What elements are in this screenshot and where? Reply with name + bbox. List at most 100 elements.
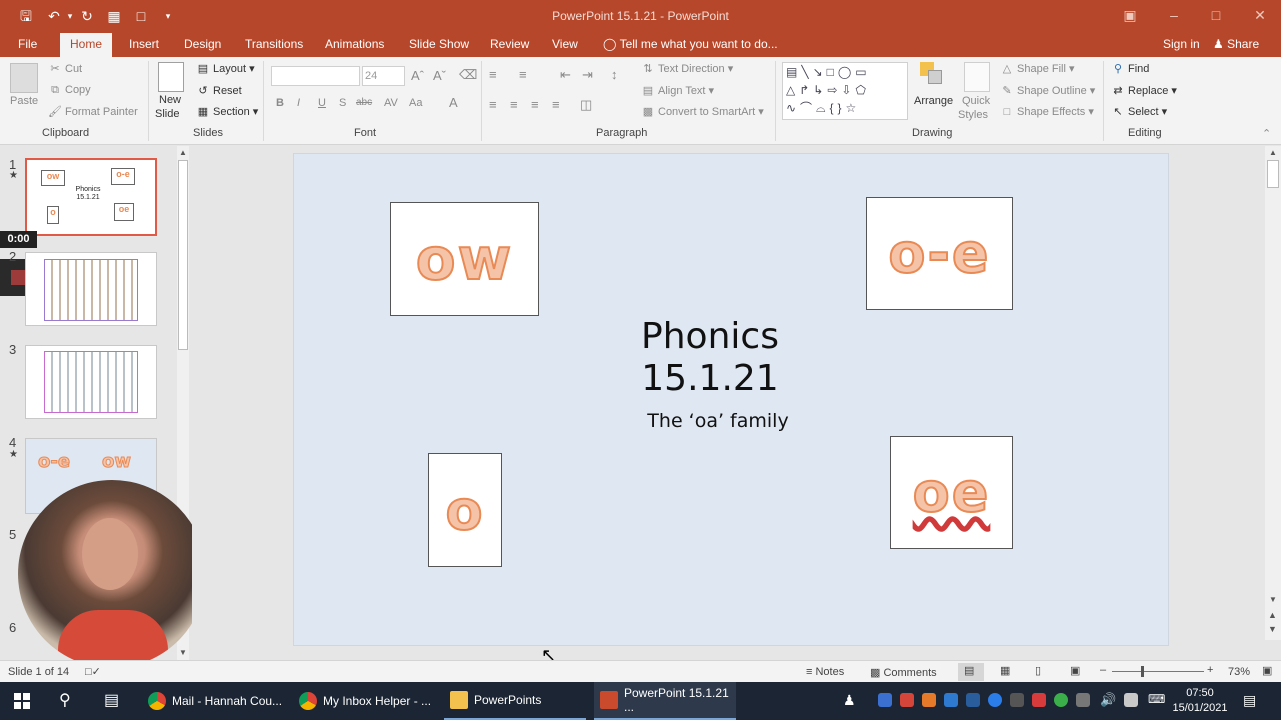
taskbar-item-powerpoints-folder[interactable]: PowerPoints bbox=[444, 682, 586, 720]
slide-thumbnail-1[interactable]: ow o-e o oe Phonics 15.1.21 bbox=[25, 158, 157, 236]
tab-review[interactable]: Review bbox=[490, 37, 529, 51]
slide-scrollbar[interactable]: ▲ ▼ ▲ ▼ bbox=[1265, 146, 1281, 640]
section-button[interactable]: ▦ Section ▾ bbox=[196, 105, 258, 118]
zoom-level[interactable]: 73% bbox=[1228, 666, 1250, 678]
tray-app-icon[interactable] bbox=[900, 693, 914, 707]
new-slide-dropdown[interactable]: Slide bbox=[155, 108, 179, 120]
layout-button[interactable]: ▤ Layout ▾ bbox=[196, 62, 255, 75]
comments-button[interactable]: ▩ Comments bbox=[870, 666, 937, 679]
align-right-icon[interactable]: ≡ bbox=[531, 97, 539, 112]
tray-shield-icon[interactable] bbox=[944, 693, 958, 707]
scroll-down-icon[interactable]: ▼ bbox=[1269, 595, 1277, 604]
close-button[interactable]: ✕ bbox=[1250, 6, 1270, 24]
tab-transitions[interactable]: Transitions bbox=[245, 37, 303, 51]
font-size-combobox[interactable]: 24 bbox=[362, 66, 405, 86]
slide-thumbnail-2[interactable] bbox=[25, 252, 157, 326]
bold-button[interactable]: B bbox=[276, 97, 284, 109]
fit-to-window-icon[interactable]: ▣ bbox=[1262, 664, 1272, 677]
shape-fill-button[interactable]: △ Shape Fill ▾ bbox=[1000, 62, 1075, 75]
quick-styles-icon[interactable] bbox=[964, 62, 990, 92]
tray-app-icon[interactable] bbox=[966, 693, 980, 707]
columns-icon[interactable]: ◫ bbox=[580, 97, 592, 113]
taskbar-item-mail[interactable]: Mail - Hannah Cou... bbox=[142, 682, 288, 720]
maximize-button[interactable]: □ bbox=[1206, 6, 1226, 24]
quick-styles-button[interactable]: Quick bbox=[962, 95, 990, 107]
windows-start-icon[interactable] bbox=[14, 693, 30, 709]
network-icon[interactable] bbox=[1076, 693, 1090, 707]
bullets-icon[interactable]: ≡ bbox=[489, 67, 497, 82]
zoom-in-icon[interactable]: + bbox=[1207, 664, 1213, 676]
zoom-out-icon[interactable]: – bbox=[1100, 664, 1106, 676]
shadow-button[interactable]: S bbox=[339, 97, 346, 109]
tray-app-icon[interactable] bbox=[1010, 693, 1024, 707]
strikethrough-button[interactable]: abc bbox=[356, 97, 372, 108]
zoom-slider-thumb[interactable] bbox=[1141, 666, 1144, 677]
find-button[interactable]: ⚲ Find bbox=[1111, 62, 1149, 75]
minimize-button[interactable]: – bbox=[1164, 6, 1184, 24]
scrollbar-thumb[interactable] bbox=[178, 160, 188, 350]
replace-button[interactable]: ⇄ Replace ▾ bbox=[1111, 84, 1177, 97]
slide-show-icon[interactable]: ▣ bbox=[1070, 664, 1080, 677]
letter-card-o[interactable]: o bbox=[428, 453, 502, 567]
ribbon-display-options-icon[interactable]: ▣ bbox=[1120, 6, 1140, 24]
people-icon[interactable]: ♟ bbox=[843, 692, 856, 709]
font-name-combobox[interactable] bbox=[271, 66, 360, 86]
shape-effects-button[interactable]: □ Shape Effects ▾ bbox=[1000, 105, 1094, 118]
scrollbar-thumb[interactable] bbox=[1267, 160, 1279, 188]
copy-button[interactable]: ⧉ Copy bbox=[48, 84, 91, 97]
keyboard-icon[interactable]: ⌨ bbox=[1148, 692, 1165, 706]
volume-icon[interactable]: 🔊 bbox=[1100, 692, 1116, 708]
notification-icon[interactable]: ▤ bbox=[1243, 692, 1256, 709]
scroll-down-icon[interactable]: ▼ bbox=[179, 648, 187, 657]
decrease-indent-icon[interactable]: ⇤ bbox=[560, 67, 571, 83]
font-color-icon[interactable]: A bbox=[449, 95, 458, 110]
previous-slide-icon[interactable]: ▲ bbox=[1268, 610, 1277, 620]
slide-title[interactable]: Phonics 15.1.21 bbox=[600, 316, 820, 400]
increase-indent-icon[interactable]: ⇥ bbox=[582, 67, 593, 83]
cut-button[interactable]: ✂ Cut bbox=[48, 62, 82, 75]
tray-app-icon[interactable] bbox=[922, 693, 936, 707]
shapes-gallery[interactable]: ▤╲↘□◯▭ △↱↳⇨⇩⬠ ∿⌒⌓{}☆ bbox=[782, 62, 908, 120]
clock[interactable]: 07:50 15/01/2021 bbox=[1172, 686, 1228, 716]
underline-button[interactable]: U bbox=[318, 97, 326, 109]
letter-card-ow[interactable]: ow bbox=[390, 202, 539, 316]
taskbar-item-inbox-helper[interactable]: My Inbox Helper - ... bbox=[293, 682, 439, 720]
notes-button[interactable]: ≡ Notes bbox=[806, 666, 844, 678]
new-slide-icon[interactable] bbox=[158, 62, 184, 92]
align-text-button[interactable]: ▤ Align Text ▾ bbox=[641, 84, 714, 97]
share-button[interactable]: ♟ Share bbox=[1213, 37, 1259, 51]
tray-app-icon[interactable] bbox=[878, 693, 892, 707]
tab-insert[interactable]: Insert bbox=[129, 37, 159, 51]
shrink-font-icon[interactable]: Aˇ bbox=[433, 68, 446, 83]
collapse-ribbon-icon[interactable]: ⌃ bbox=[1262, 127, 1271, 140]
text-direction-button[interactable]: ⇅ Text Direction ▾ bbox=[641, 62, 733, 75]
line-spacing-icon[interactable]: ↕ bbox=[611, 67, 618, 82]
zoom-slider[interactable] bbox=[1112, 671, 1204, 672]
change-case-icon[interactable]: Aa bbox=[409, 97, 422, 109]
convert-smartart-button[interactable]: ▩ Convert to SmartArt ▾ bbox=[641, 105, 764, 118]
reading-view-icon[interactable]: ▯ bbox=[1035, 664, 1041, 677]
align-center-icon[interactable]: ≡ bbox=[510, 97, 518, 112]
tab-file[interactable]: File bbox=[18, 37, 37, 51]
tray-app-icon[interactable] bbox=[1032, 693, 1046, 707]
scroll-up-icon[interactable]: ▲ bbox=[1269, 148, 1277, 157]
numbering-icon[interactable]: ≡ bbox=[519, 67, 527, 82]
letter-card-o-e[interactable]: o-e bbox=[866, 197, 1013, 310]
slide-thumbnail-3[interactable] bbox=[25, 345, 157, 419]
tray-app-icon[interactable] bbox=[1054, 693, 1068, 707]
italic-button[interactable]: I bbox=[297, 97, 300, 109]
tab-home[interactable]: Home bbox=[60, 33, 113, 57]
taskbar-item-powerpoint[interactable]: PowerPoint 15.1.21 ... bbox=[594, 682, 736, 720]
slide-subtitle[interactable]: The ‘oa’ family bbox=[600, 410, 836, 432]
character-spacing-icon[interactable]: AV bbox=[384, 97, 398, 109]
arrange-icon[interactable] bbox=[920, 62, 946, 92]
shape-outline-button[interactable]: ✎ Shape Outline ▾ bbox=[1000, 84, 1095, 97]
new-slide-button[interactable]: New bbox=[159, 94, 181, 106]
tab-design[interactable]: Design bbox=[184, 37, 221, 51]
format-painter-button[interactable]: 🖌 Format Painter bbox=[48, 105, 138, 118]
tab-view[interactable]: View bbox=[552, 37, 578, 51]
search-icon[interactable]: ⚲ bbox=[59, 690, 71, 710]
slide-sorter-icon[interactable]: ▦ bbox=[1000, 664, 1010, 677]
tab-animations[interactable]: Animations bbox=[325, 37, 384, 51]
tell-me-box[interactable]: ◯ Tell me what you want to do... bbox=[603, 37, 778, 51]
